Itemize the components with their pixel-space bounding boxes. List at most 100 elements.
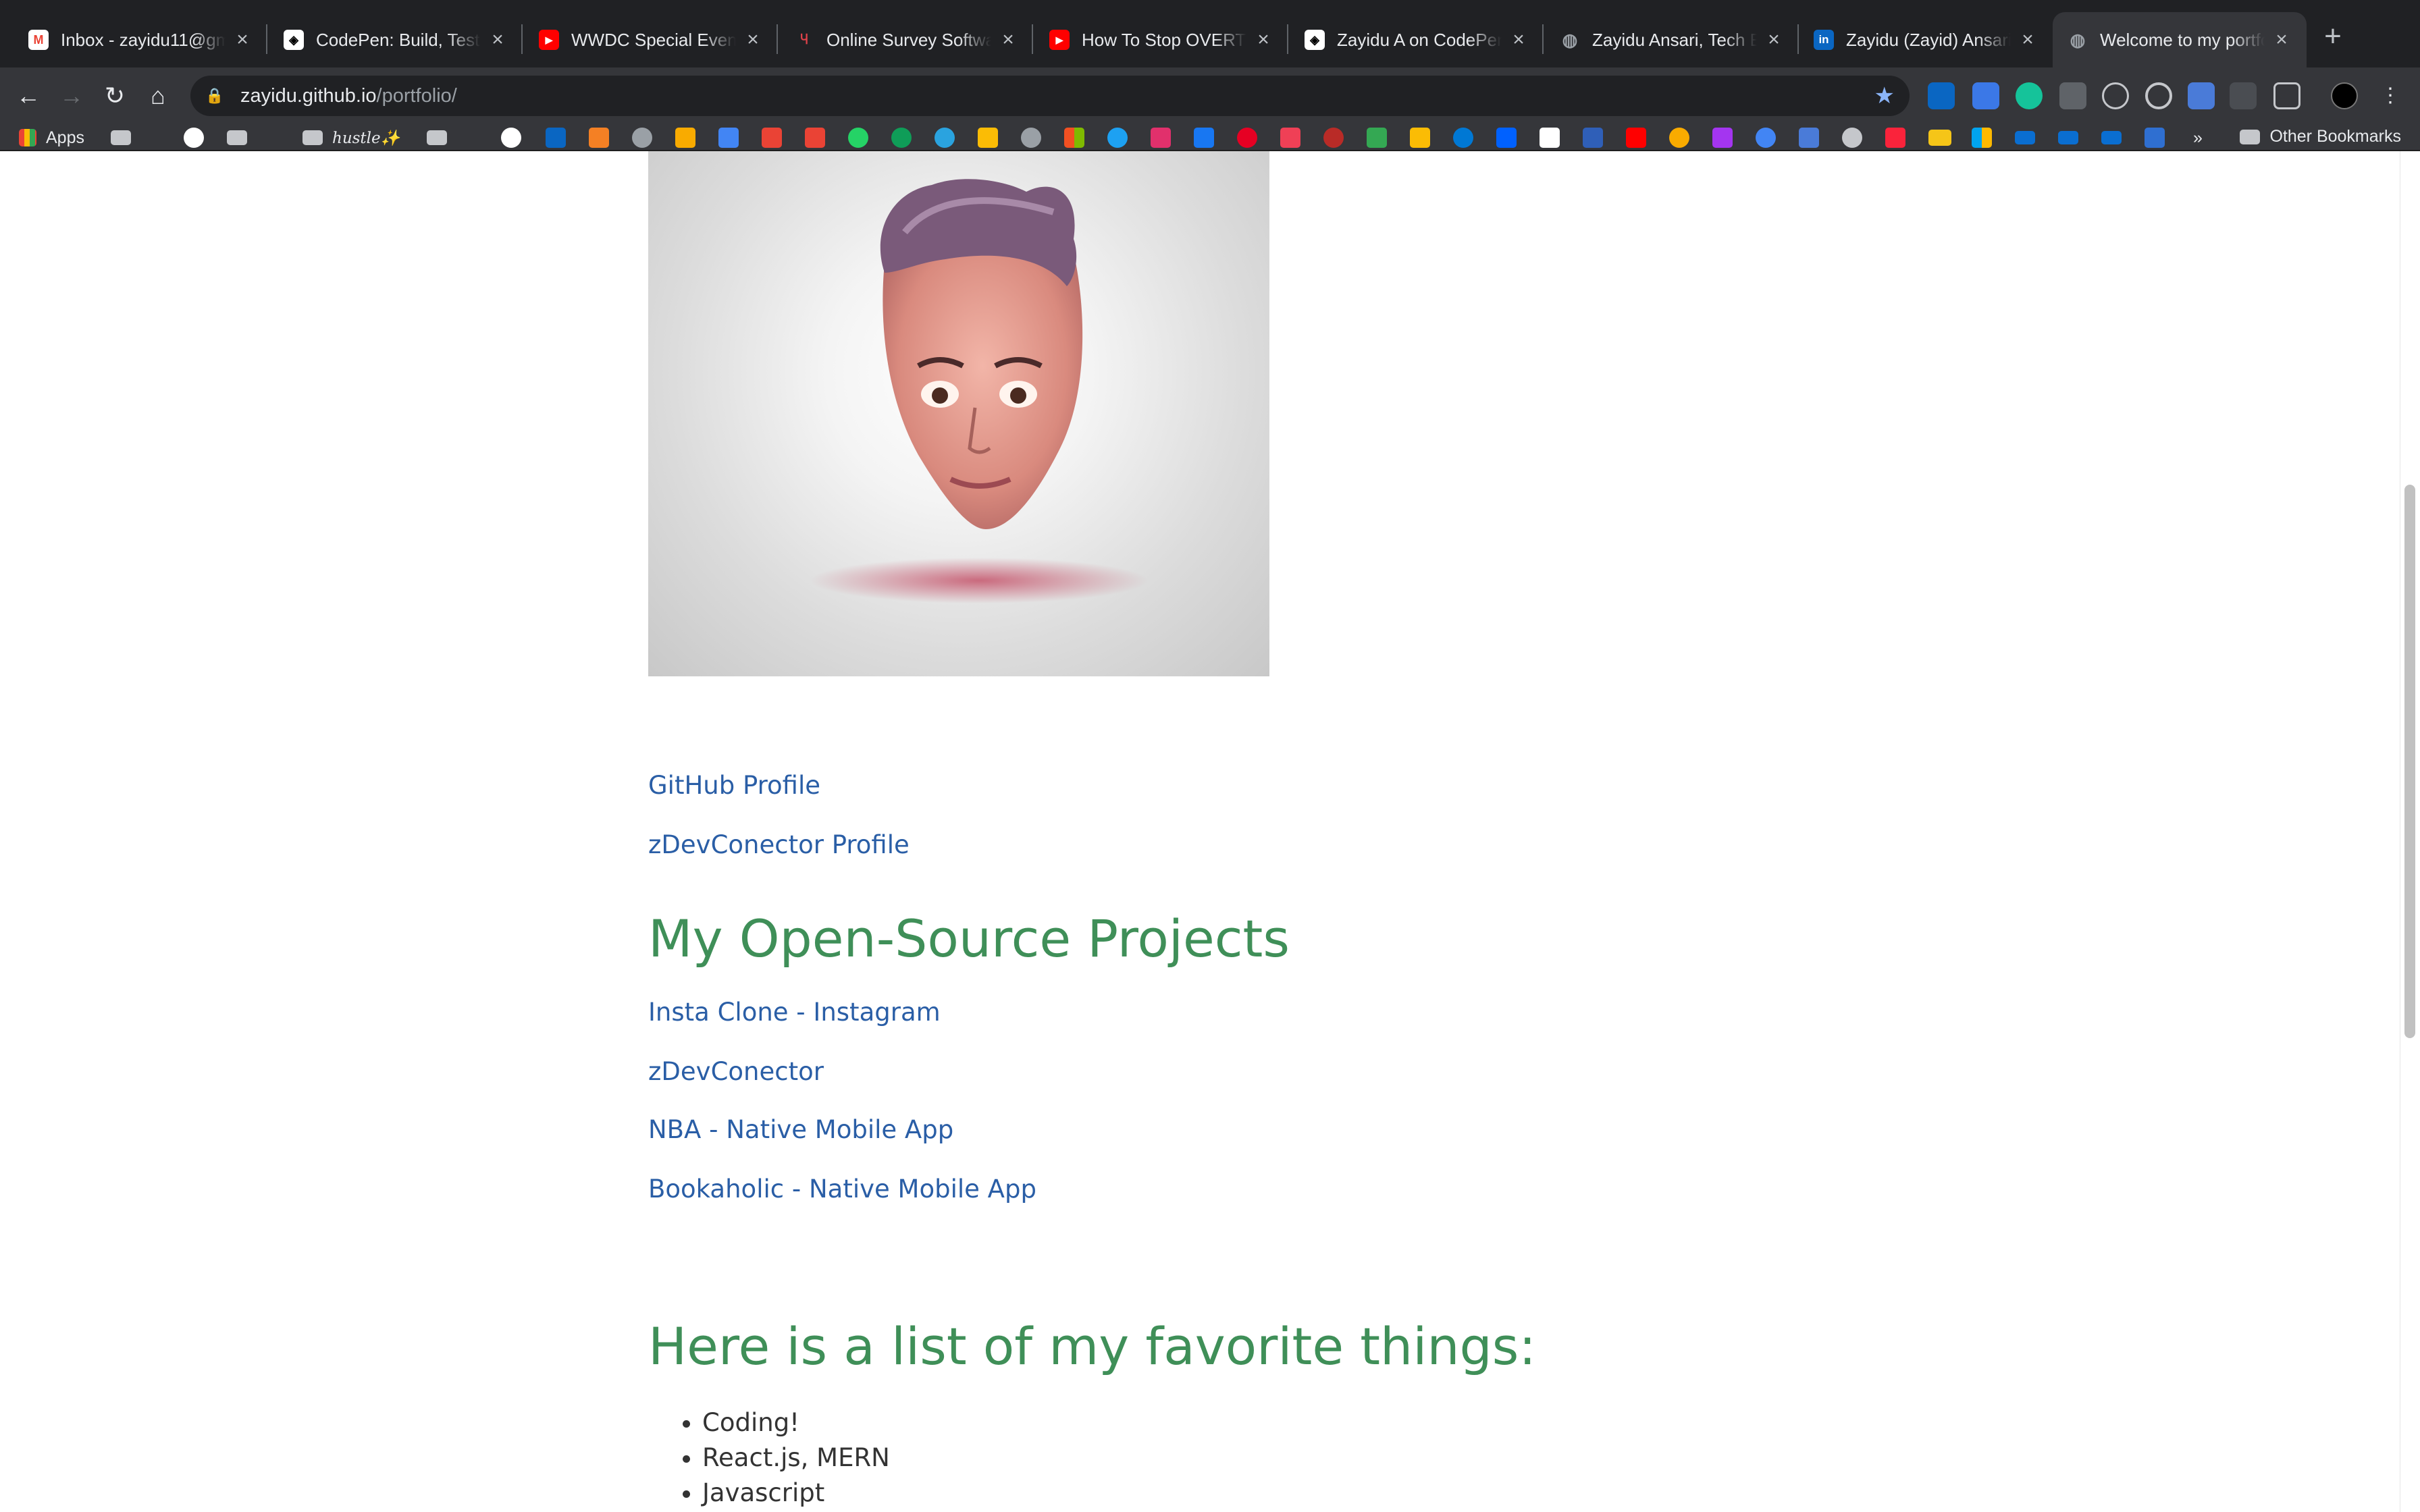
close-icon[interactable]: × (1764, 28, 1784, 51)
scrollbar-thumb[interactable] (2404, 485, 2415, 1038)
bookmark-github[interactable] (501, 127, 521, 148)
tab-gmail-inbox[interactable]: M Inbox - zayidu11@gmail.com × (14, 12, 267, 68)
bookmark-keep[interactable] (978, 127, 998, 148)
bookmark-microsoft[interactable] (1064, 127, 1084, 148)
bookmark-facebook[interactable] (1194, 127, 1214, 148)
forward-button[interactable]: → (55, 80, 88, 112)
bookmark-stackoverflow[interactable] (589, 127, 609, 148)
tab-portfolio-active[interactable]: ◍ Welcome to my portfolio × (2053, 12, 2307, 68)
bookmark-quora[interactable] (1323, 127, 1344, 148)
zdevconector-profile-link[interactable]: zDevConector Profile (648, 830, 910, 859)
bookmark-calendar[interactable] (718, 127, 739, 148)
bookmark-music[interactable] (1885, 127, 1905, 148)
translate-extension-icon[interactable] (2188, 82, 2215, 109)
tab-codepen[interactable]: ◈ CodePen: Build, Test, and Discover × (269, 12, 523, 68)
close-icon[interactable]: × (998, 28, 1018, 51)
target-extension-icon[interactable] (2145, 82, 2172, 109)
new-tab-button[interactable]: + (2316, 20, 2350, 54)
bookmark-sap-2[interactable] (2058, 127, 2078, 148)
bookmark-drive-2[interactable] (1410, 127, 1430, 148)
tab-overthinking[interactable]: ▶ How To Stop OVERTHINKING × (1034, 12, 1288, 68)
bookmark-instagram[interactable] (1151, 127, 1171, 148)
bookmark-hustle[interactable]: hustle✨ (302, 127, 400, 148)
back-button[interactable]: ← (12, 80, 45, 112)
menu-kebab-icon[interactable]: ⋮ (2374, 80, 2406, 112)
tab-wwdc[interactable]: ▶ WWDC Special Event × (524, 12, 778, 68)
tab-manager-icon[interactable] (2273, 82, 2300, 109)
lighthouse-extension-icon[interactable] (2059, 82, 2086, 109)
bookmark-bolt[interactable] (675, 127, 695, 148)
reload-button[interactable]: ↻ (99, 80, 131, 112)
bookmark-apple[interactable] (1021, 127, 1041, 148)
bookmark-drive[interactable] (1367, 127, 1387, 148)
tab-linkedin[interactable]: in Zayidu (Zayid) Ansari × (1799, 12, 2053, 68)
tab-codepen-profile[interactable]: ◈ Zayidu A on CodePen × (1290, 12, 1544, 68)
dropbox-icon (1496, 128, 1517, 148)
new-extension-icon[interactable] (2230, 82, 2257, 109)
address-bar[interactable]: 🔒 zayidu.github.io/portfolio/ ★ (190, 76, 1910, 116)
bookmark-twitter[interactable] (1107, 127, 1128, 148)
bookmark-translate[interactable] (1799, 127, 1819, 148)
bookmark-play[interactable] (1540, 127, 1560, 148)
bookmark-udemy[interactable] (1712, 127, 1733, 148)
stackoverflow-icon (589, 128, 609, 148)
onedrive-icon (1453, 128, 1473, 148)
project-link-bookaholic[interactable]: Bookaholic - Native Mobile App (648, 1174, 1036, 1204)
bookmark-gmail-2[interactable] (805, 127, 825, 148)
bookmark-adobe[interactable] (1583, 127, 1603, 148)
close-icon[interactable]: × (1508, 28, 1529, 51)
bookmark-pinterest[interactable] (1237, 127, 1257, 148)
bookmark-globe[interactable] (1842, 127, 1862, 148)
bookmark-pomodoro[interactable] (1669, 127, 1689, 148)
bookmark-gmail[interactable] (762, 127, 782, 148)
tab-tech-enthusiast[interactable]: ◍ Zayidu Ansari, Tech Enthusiast × (1545, 12, 1799, 68)
close-icon[interactable]: × (232, 28, 253, 51)
bookmark-hangouts[interactable] (891, 127, 912, 148)
list-item: React.js, MERN (702, 1440, 890, 1476)
project-link-nba[interactable]: NBA - Native Mobile App (648, 1115, 953, 1144)
bookmark-google[interactable] (184, 127, 204, 148)
bookmark-folder[interactable] (111, 127, 131, 148)
home-button[interactable]: ⌂ (142, 80, 174, 112)
sap-icon (2015, 131, 2035, 144)
grammarly-extension-icon[interactable] (2016, 82, 2043, 109)
close-icon[interactable]: × (1253, 28, 1273, 51)
bookmark-folder[interactable] (427, 127, 447, 148)
bookmark-sap[interactable] (2015, 127, 2035, 148)
github-profile-link[interactable]: GitHub Profile (648, 771, 820, 800)
close-icon[interactable]: × (488, 28, 508, 51)
bookmark-linkedin[interactable] (546, 127, 566, 148)
bookmark-target[interactable] (632, 127, 652, 148)
bookmark-pocket[interactable] (1280, 127, 1300, 148)
bookmark-star-icon[interactable]: ★ (1874, 84, 1895, 107)
bookmark-sap-3[interactable] (2101, 127, 2122, 148)
close-icon[interactable]: × (2271, 28, 2292, 51)
bookmark-ux[interactable] (2145, 127, 2165, 148)
calendar-icon (718, 128, 739, 148)
bookmark-imdb[interactable] (1928, 127, 1951, 148)
lock-icon[interactable]: 🔒 (205, 86, 224, 105)
drive-icon (1367, 128, 1387, 148)
bookmark-apps[interactable]: Apps (19, 127, 84, 148)
bookmark-microsoft-2[interactable] (1972, 127, 1992, 148)
bookmark-mic[interactable] (1756, 127, 1776, 148)
avatar[interactable] (2331, 82, 2358, 109)
other-bookmarks-label: Other Bookmarks (2269, 127, 2401, 146)
react-devtools-icon[interactable] (2102, 82, 2129, 109)
other-bookmarks[interactable]: Other Bookmarks (2240, 127, 2401, 146)
folder-icon (2240, 129, 2261, 144)
project-link-insta-clone[interactable]: Insta Clone - Instagram (648, 998, 941, 1027)
bookmark-whatsapp[interactable] (848, 127, 868, 148)
close-icon[interactable]: × (2018, 28, 2038, 51)
calendar-extension-icon[interactable] (1972, 82, 1999, 109)
bookmark-folder[interactable] (227, 127, 247, 148)
bookmark-onedrive[interactable] (1453, 127, 1473, 148)
tab-survey[interactable]: Ⴗ Online Survey Software × (779, 12, 1033, 68)
close-icon[interactable]: × (743, 28, 763, 51)
bookmarks-overflow[interactable]: » (2193, 127, 2203, 148)
linkedin-extension-icon[interactable] (1928, 82, 1955, 109)
bookmark-dropbox[interactable] (1496, 127, 1517, 148)
bookmark-telegram[interactable] (935, 127, 955, 148)
project-link-zdevconector[interactable]: zDevConector (648, 1057, 824, 1086)
bookmark-youtube[interactable] (1626, 127, 1646, 148)
